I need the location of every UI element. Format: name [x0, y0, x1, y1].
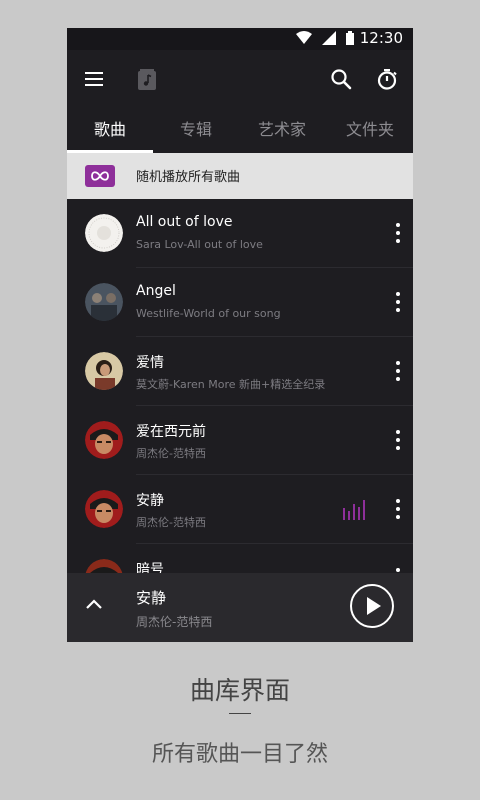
album-cover: [85, 214, 123, 252]
more-vertical-icon[interactable]: [393, 359, 403, 383]
shuffle-all-row[interactable]: 随机播放所有歌曲: [67, 153, 413, 199]
caption-subheading: 所有歌曲一目了然: [151, 742, 328, 767]
sleep-timer-icon: [377, 69, 397, 90]
tab-albums[interactable]: 专辑: [153, 118, 239, 152]
song-list: All out of love Sara Lov-All out of love…: [67, 199, 413, 573]
action-bar: [67, 50, 413, 108]
song-row[interactable]: All out of love Sara Lov-All out of love: [67, 199, 413, 268]
song-title: 安静: [136, 493, 164, 509]
caption-heading: 曲库界面: [189, 676, 290, 705]
phone-screen: 12:30 歌曲 专辑 艺术家 文件夹 随机播放所有歌曲 All out of …: [67, 28, 413, 642]
equalizer-icon: [343, 498, 365, 520]
signal-icon: [322, 31, 336, 45]
tab-bar: 歌曲 专辑 艺术家 文件夹: [67, 118, 413, 153]
sleep-timer-button[interactable]: [372, 64, 402, 94]
song-title: All out of love: [136, 214, 233, 230]
more-vertical-icon[interactable]: [393, 566, 403, 573]
song-row[interactable]: Angel Westlife-World of our song: [67, 268, 413, 337]
menu-button[interactable]: [79, 64, 109, 94]
status-bar: 12:30: [67, 28, 413, 50]
library-button[interactable]: [132, 64, 162, 94]
music-library-icon: [138, 69, 156, 90]
status-time: 12:30: [359, 29, 403, 47]
now-playing-title: 安静: [136, 589, 167, 607]
song-subtitle: 周杰伦-范特西: [136, 516, 206, 529]
song-row-playing[interactable]: 安静 周杰伦-范特西: [67, 475, 413, 544]
play-button[interactable]: [350, 584, 394, 628]
search-icon: [331, 69, 352, 90]
tab-folders[interactable]: 文件夹: [327, 118, 413, 152]
song-title: Angel: [136, 283, 176, 299]
chevron-up-icon: [86, 599, 102, 609]
album-cover: [85, 421, 123, 459]
menu-icon: [85, 72, 103, 86]
expand-player-button[interactable]: [84, 595, 104, 615]
song-title: 爱在西元前: [136, 424, 206, 440]
tab-songs[interactable]: 歌曲: [67, 118, 153, 152]
song-row[interactable]: 爱在西元前 周杰伦-范特西: [67, 406, 413, 475]
now-playing-bar[interactable]: 安静 周杰伦-范特西: [67, 573, 413, 642]
more-vertical-icon[interactable]: [393, 290, 403, 314]
album-cover: [85, 490, 123, 528]
battery-icon: [346, 31, 354, 45]
tab-artists[interactable]: 艺术家: [239, 118, 325, 152]
song-subtitle: 莫文蔚-Karen More 新曲+精选全纪录: [136, 378, 326, 391]
play-icon: [367, 597, 381, 615]
song-subtitle: 周杰伦-范特西: [136, 447, 206, 460]
wifi-icon: [296, 31, 312, 44]
caption-divider: [229, 713, 251, 714]
album-cover: [85, 352, 123, 390]
song-subtitle: Westlife-World of our song: [136, 307, 281, 320]
song-title: 暗号: [136, 562, 164, 573]
more-vertical-icon[interactable]: [393, 428, 403, 452]
album-cover: [85, 283, 123, 321]
infinity-shuffle-icon: [85, 165, 115, 187]
more-vertical-icon[interactable]: [393, 497, 403, 521]
search-button[interactable]: [326, 64, 356, 94]
now-playing-subtitle: 周杰伦-范特西: [136, 615, 213, 629]
song-subtitle: Sara Lov-All out of love: [136, 238, 263, 251]
song-row[interactable]: 爱情 莫文蔚-Karen More 新曲+精选全纪录: [67, 337, 413, 406]
shuffle-all-label: 随机播放所有歌曲: [136, 170, 241, 185]
song-row[interactable]: 暗号: [67, 544, 413, 573]
album-cover: [85, 559, 123, 573]
song-title: 爱情: [136, 355, 164, 371]
more-vertical-icon[interactable]: [393, 221, 403, 245]
